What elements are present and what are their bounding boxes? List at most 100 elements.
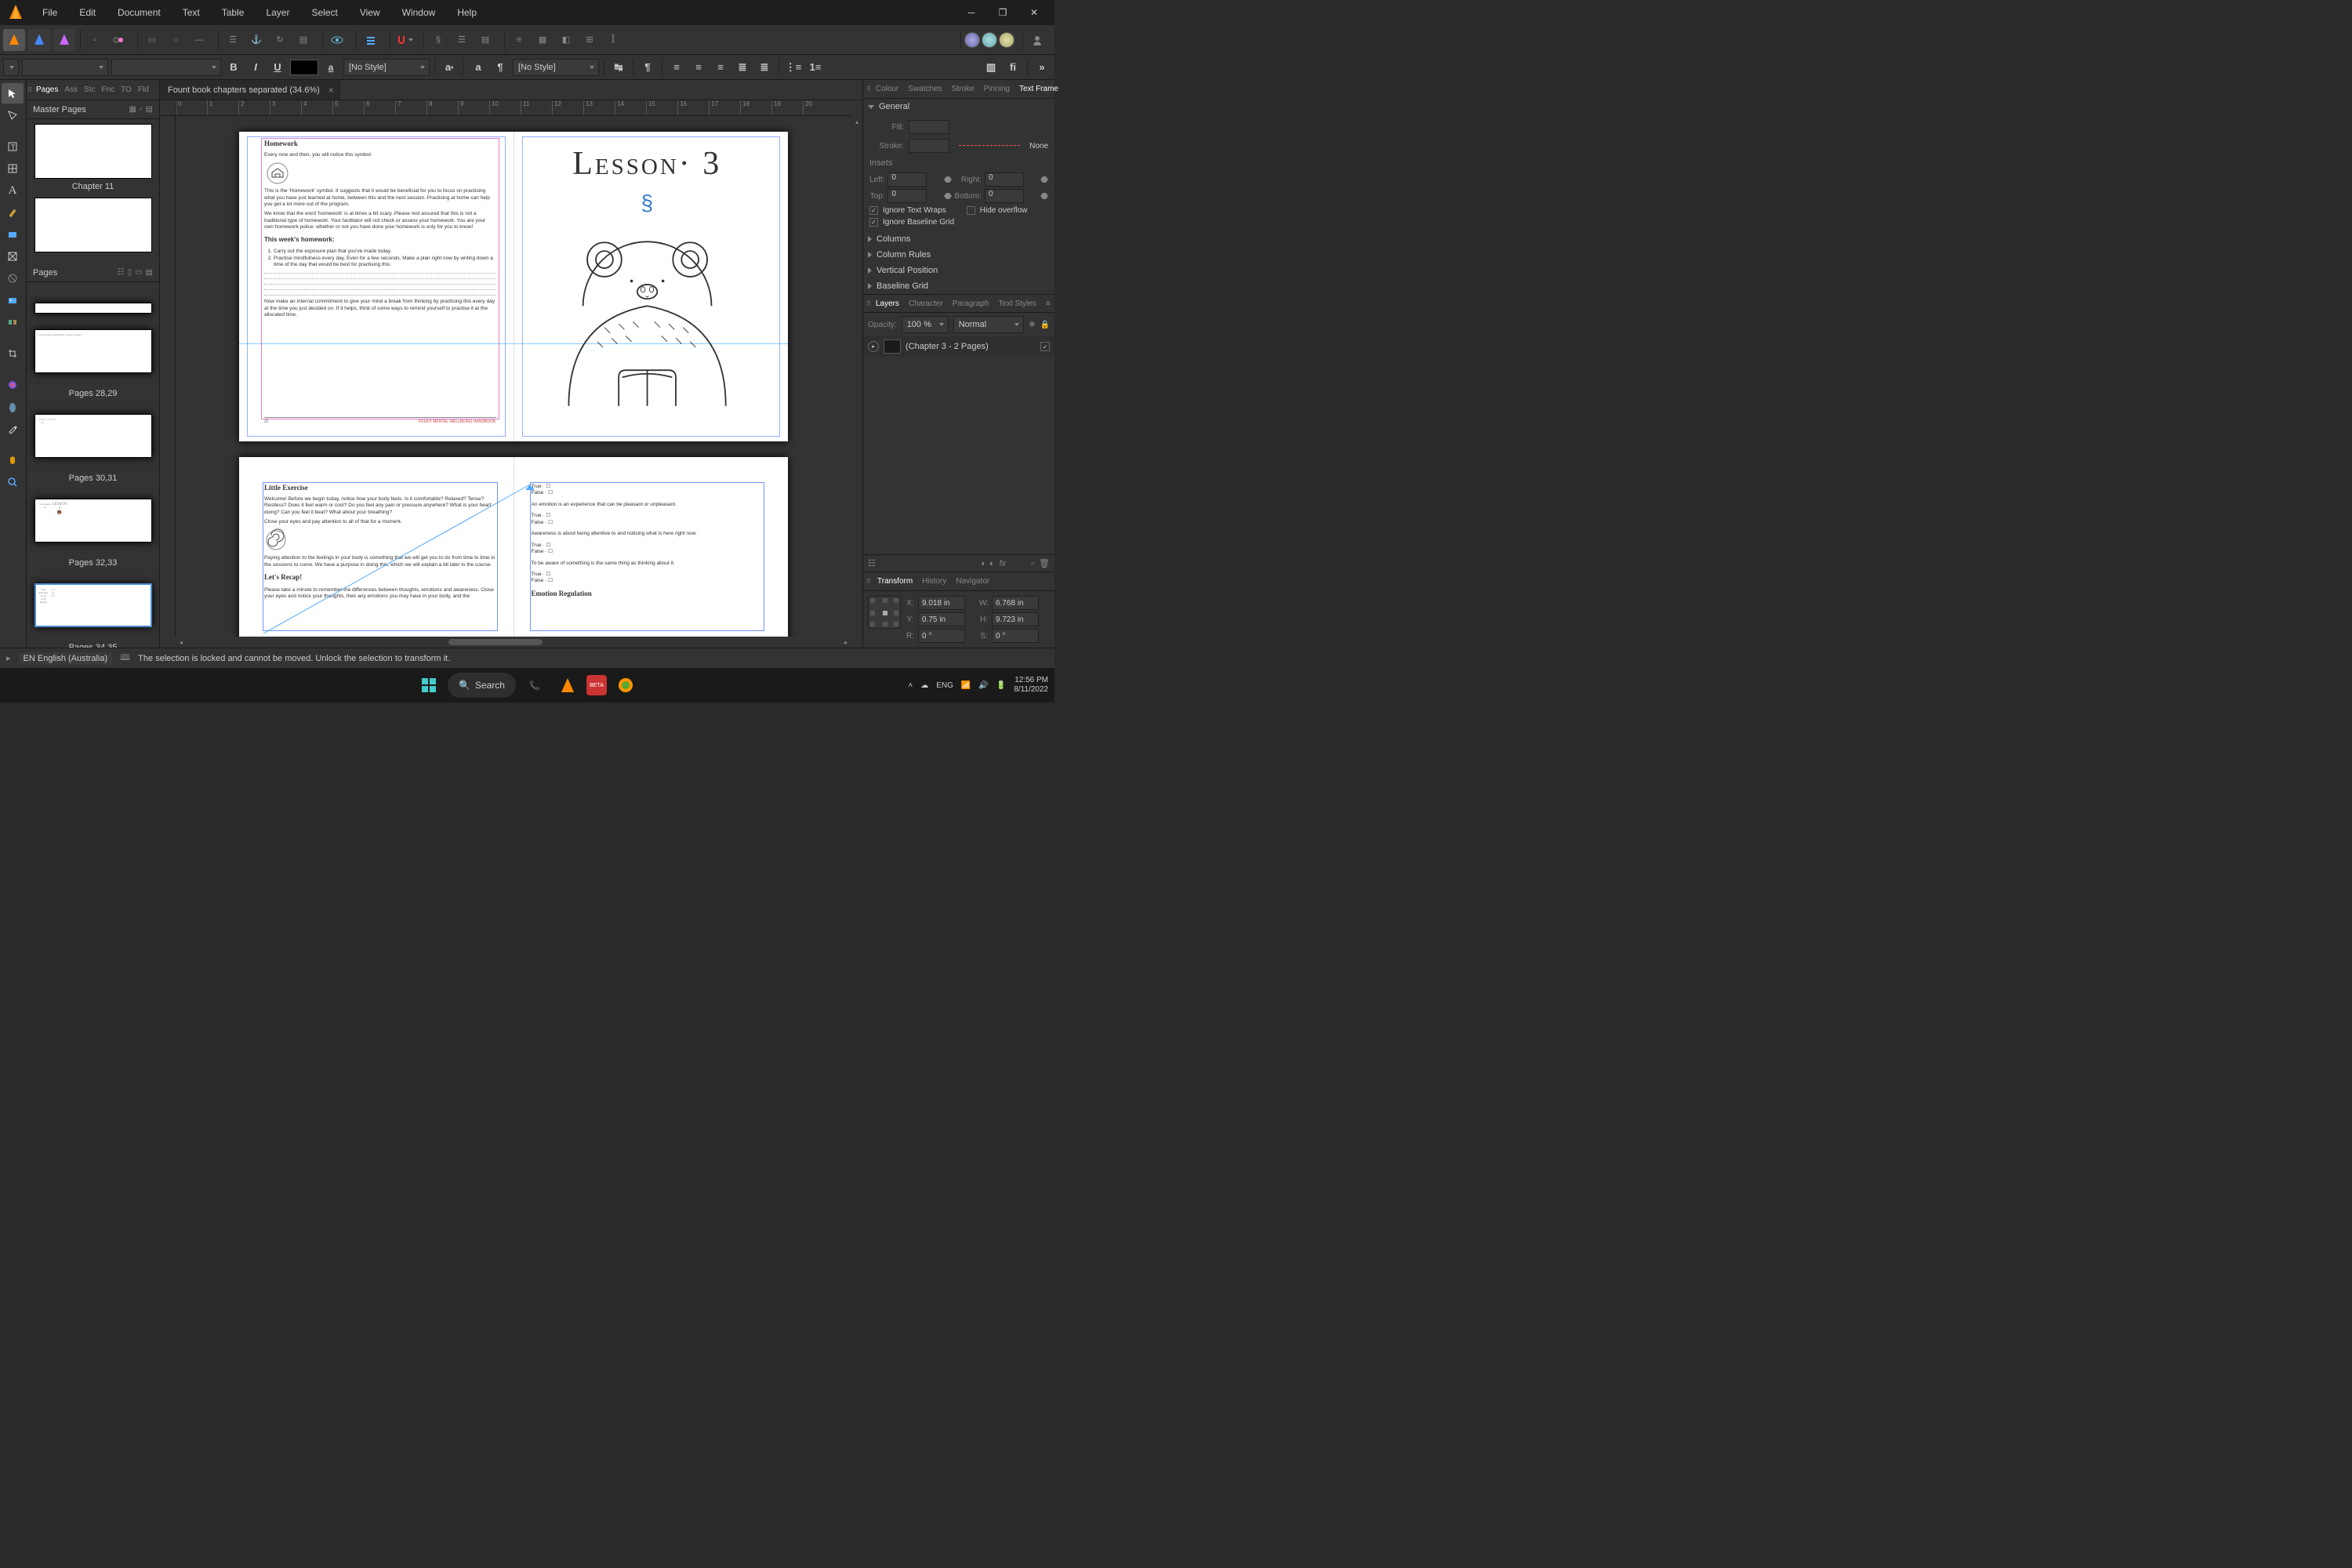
blend-mode-combo[interactable]: Normal [953, 316, 1024, 333]
adjustment-icon[interactable]: ◐ [989, 559, 995, 568]
underline-button[interactable]: U [268, 58, 287, 77]
spread-thumb-3233[interactable]: HomeworktxtLESSON 3🐻 [34, 499, 152, 543]
character-style-combo[interactable]: [No Style] [343, 59, 430, 76]
menu-window[interactable]: Window [393, 4, 445, 21]
ligature-icon[interactable]: fi [1004, 58, 1022, 77]
pages-menu-icon[interactable]: ▤ [146, 268, 153, 277]
master-view-icon[interactable]: ▦ [129, 105, 136, 114]
tab-text-frame[interactable]: Text Frame [1014, 85, 1063, 93]
superscript-icon[interactable]: a▴ [440, 58, 459, 77]
r-input[interactable]: 0 ° [918, 629, 965, 643]
layer-expand-icon[interactable]: ▸ [868, 341, 879, 352]
list-bullet-icon[interactable]: ⋮≡ [784, 58, 803, 77]
taskbar-phone-icon[interactable]: 📞 [521, 671, 549, 699]
typography-icon[interactable]: a [469, 58, 488, 77]
section-vertical-position[interactable]: Vertical Position [863, 263, 1054, 278]
menu-select[interactable]: Select [302, 4, 347, 21]
preview-icon[interactable] [326, 30, 348, 50]
opacity-combo[interactable]: 100 % [902, 316, 949, 333]
menu-table[interactable]: Table [212, 4, 254, 21]
tab-stock[interactable]: Stc [81, 85, 98, 94]
tab-character[interactable]: Character [904, 299, 948, 308]
paragraph-style-combo[interactable]: [No Style] [513, 59, 599, 76]
taskbar-beta-icon[interactable]: BETA [586, 675, 607, 695]
master-menu-icon[interactable]: ▤ [146, 105, 153, 114]
tray-battery-icon[interactable]: 🔋 [996, 681, 1006, 690]
inset-left-input[interactable]: 0 [887, 172, 927, 187]
text-colour-well[interactable] [290, 60, 318, 75]
anchor-point-selector[interactable] [868, 596, 901, 629]
pen-tool[interactable] [2, 202, 24, 223]
tab-pages[interactable]: Pages [33, 85, 61, 94]
taskbar-search[interactable]: 🔍Search [448, 673, 516, 698]
layer-row[interactable]: ▸ (Chapter 3 - 2 Pages) ✓ [863, 336, 1054, 357]
fx-icon[interactable]: fx [1000, 559, 1007, 568]
inset-bottom-input[interactable]: 0 [985, 189, 1024, 203]
node-tool[interactable] [2, 105, 24, 125]
flow-icon[interactable]: ↻ [269, 30, 291, 50]
minimize-button[interactable]: ─ [956, 2, 987, 24]
stroke-well[interactable] [909, 139, 949, 153]
fill-well[interactable] [909, 120, 949, 134]
hand-tool[interactable] [2, 450, 24, 470]
line-icon[interactable]: ― [188, 30, 210, 50]
tab-toc[interactable]: TO [118, 85, 135, 94]
tray-language-icon[interactable]: ENG [936, 681, 953, 690]
tab-stroke[interactable]: Stroke [947, 85, 979, 93]
hide-overflow-checkbox[interactable] [967, 206, 975, 215]
bold-button[interactable]: B [224, 58, 243, 77]
align-right-icon[interactable]: ≡ [711, 58, 730, 77]
section-icon[interactable]: § [427, 30, 449, 50]
menu-document[interactable]: Document [108, 4, 170, 21]
section-general[interactable]: General [863, 99, 1054, 114]
arrange-back-icon[interactable]: ▫ [84, 30, 106, 50]
table-tool[interactable] [2, 158, 24, 179]
arrange-stack-icon[interactable]: ◧ [555, 30, 577, 50]
shape-tool[interactable] [2, 224, 24, 245]
spread-thumb-3031b[interactable]: txt txt txt◯ ⬡ txt [34, 414, 152, 458]
colour-picker-tool[interactable] [2, 419, 24, 439]
ignore-wraps-checkbox[interactable] [869, 206, 878, 215]
data-merge-tool[interactable] [2, 312, 24, 332]
persona-designer[interactable] [28, 29, 50, 51]
tab-fields[interactable]: Fld [135, 85, 152, 94]
hint-chevron-icon[interactable]: ▸ [6, 653, 11, 663]
font-family-combo[interactable] [3, 59, 19, 76]
menu-help[interactable]: Help [448, 4, 486, 21]
mask-icon[interactable]: ◑ [979, 559, 985, 568]
align-more-icon[interactable]: ≣ [755, 58, 774, 77]
menu-edit[interactable]: Edit [70, 4, 105, 21]
document-canvas[interactable]: Homework Every now and then, you will no… [176, 116, 851, 637]
quick-colour-1[interactable] [964, 32, 980, 48]
tray-wifi-icon[interactable]: 📶 [961, 681, 971, 690]
horizontal-ruler[interactable]: 01234567891011121314151617181920 [176, 100, 851, 116]
grid-icon[interactable]: ▦ [532, 30, 554, 50]
menu-layer[interactable]: Layer [256, 4, 299, 21]
spinner[interactable] [1040, 189, 1048, 203]
tab-text-styles[interactable]: Text Styles [993, 299, 1040, 308]
pages-view-icon[interactable]: ☷ [118, 268, 125, 277]
move-tool[interactable] [2, 83, 24, 103]
distribute-icon[interactable]: ⊞ [579, 30, 601, 50]
language-selector[interactable]: EN English (Australia) [19, 652, 113, 665]
layer-fx-icon[interactable]: ✻ [1029, 321, 1035, 329]
pages-single-icon[interactable]: ▯ [128, 268, 132, 277]
quick-colour-3[interactable] [999, 32, 1014, 48]
tab-icon[interactable]: ↹ [609, 58, 628, 77]
taskbar-firefox-icon[interactable] [612, 671, 640, 699]
s-input[interactable]: 0 ° [992, 629, 1039, 643]
tray-clock[interactable]: 12:56 PM8/11/2022 [1014, 676, 1048, 695]
inset-top-input[interactable]: 0 [887, 189, 927, 203]
spread-thumb-3435[interactable]: Little Exercisetxt txtLet's Recap☐☐txt☐☐ [34, 583, 152, 627]
close-tab-icon[interactable]: × [328, 85, 334, 96]
layer-lock-icon[interactable]: 🔒 [1040, 321, 1050, 329]
ignore-baseline-checkbox[interactable] [869, 218, 878, 227]
place-image-tool[interactable] [2, 290, 24, 310]
pilcrow-icon[interactable]: ¶ [491, 58, 510, 77]
toc-icon[interactable]: ☰ [451, 30, 473, 50]
align-lines-icon[interactable] [360, 30, 382, 50]
vertical-scrollbar[interactable]: ▴ [851, 116, 862, 637]
spread-thumb-3031[interactable]: Lorem ipsum placeholder preview content [34, 329, 152, 373]
italic-button[interactable]: I [246, 58, 265, 77]
tab-find[interactable]: Fnc [98, 85, 118, 94]
